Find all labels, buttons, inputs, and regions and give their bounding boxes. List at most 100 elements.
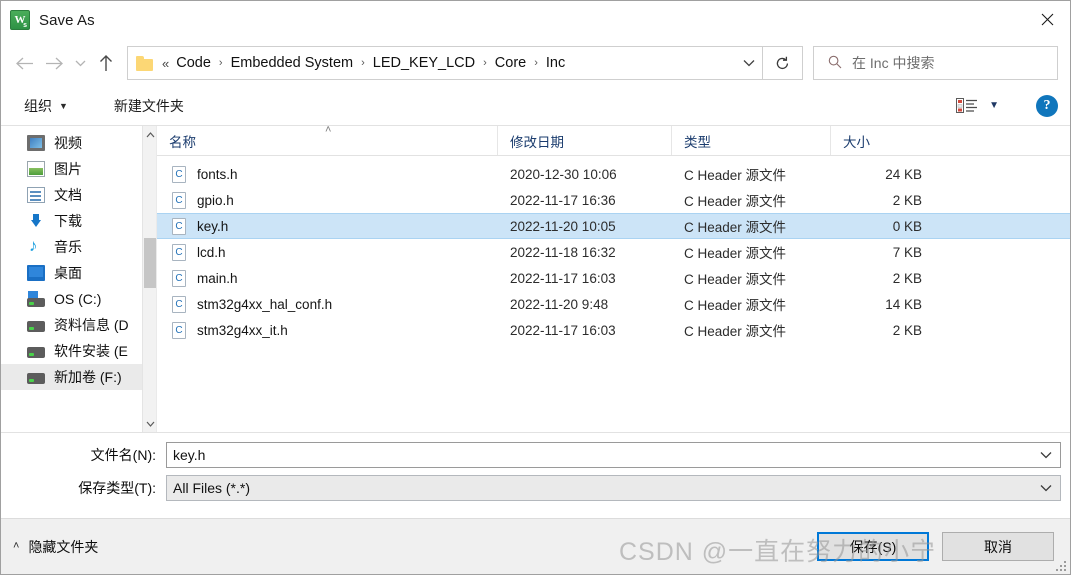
save-as-dialog: s Save As « Code › Embedded Syste [0, 0, 1071, 575]
command-toolbar: 组织 ▼ 新建文件夹 ▼ ? [1, 87, 1070, 125]
sidebar-item-pictures[interactable]: 图片 [1, 156, 142, 182]
table-row[interactable]: gpio.h 2022-11-17 16:36 C Header 源文件 2 K… [157, 187, 1070, 213]
system-drive-icon [27, 291, 45, 307]
navigation-bar: « Code › Embedded System › LED_KEY_LCD ›… [1, 39, 1070, 87]
c-header-file-icon [172, 217, 186, 235]
file-name-cell: stm32g4xx_hal_conf.h [157, 295, 498, 313]
forward-icon[interactable] [39, 46, 69, 80]
sidebar-item-videos[interactable]: 视频 [1, 130, 142, 156]
breadcrumb-chevron-down-icon[interactable] [736, 47, 762, 79]
file-type: C Header 源文件 [684, 324, 787, 339]
back-icon[interactable] [9, 46, 39, 80]
view-mode-button[interactable]: ▼ [951, 94, 1004, 118]
organize-button[interactable]: 组织 ▼ [19, 93, 73, 119]
file-name-cell: lcd.h [157, 243, 498, 261]
file-list-pane: 名称 ˄ 修改日期 类型 大小 fonts.h [157, 125, 1070, 432]
sidebar-item-label: 资料信息 (D [54, 317, 129, 333]
file-list: fonts.h 2020-12-30 10:06 C Header 源文件 24… [157, 156, 1070, 432]
title-bar: s Save As [1, 1, 1070, 39]
file-date: 2022-11-17 16:36 [510, 192, 616, 208]
file-type: C Header 源文件 [684, 220, 787, 235]
column-header-date-modified[interactable]: 修改日期 [498, 126, 672, 155]
sidebar-item-drive-e[interactable]: 软件安装 (E [1, 338, 142, 364]
cancel-label: 取消 [984, 538, 1012, 555]
window-title: Save As [39, 11, 95, 29]
hide-folders-toggle[interactable]: ˄ 隐藏文件夹 [13, 537, 98, 557]
sidebar-item-drive-d[interactable]: 资料信息 (D [1, 312, 142, 338]
file-date: 2022-11-17 16:03 [510, 322, 616, 338]
search-icon [828, 55, 842, 72]
breadcrumb[interactable]: « Code › Embedded System › LED_KEY_LCD ›… [127, 46, 763, 80]
file-type: C Header 源文件 [684, 168, 787, 183]
save-button[interactable]: 保存(S) [817, 532, 929, 561]
breadcrumb-separator[interactable]: › [214, 57, 228, 69]
breadcrumb-item-inc[interactable]: Inc [543, 53, 568, 73]
breadcrumb-overflow[interactable]: « [160, 56, 173, 71]
breadcrumb-separator[interactable]: › [356, 57, 370, 69]
table-row[interactable]: main.h 2022-11-17 16:03 C Header 源文件 2 K… [157, 265, 1070, 291]
sidebar-scrollbar[interactable] [142, 126, 156, 432]
refresh-icon[interactable] [763, 46, 803, 80]
chevron-down-icon: ▼ [59, 100, 68, 111]
breadcrumb-item-core[interactable]: Core [492, 53, 529, 73]
sidebar-item-documents[interactable]: 文档 [1, 182, 142, 208]
recent-locations-chevron-down-icon[interactable] [69, 46, 91, 80]
search-input[interactable]: 在 Inc 中搜索 [813, 46, 1058, 80]
column-header-label: 类型 [684, 134, 711, 150]
breadcrumb-item-led-key-lcd[interactable]: LED_KEY_LCD [370, 53, 478, 73]
sidebar-item-label: 音乐 [54, 239, 82, 255]
column-headers: 名称 ˄ 修改日期 类型 大小 [157, 125, 1070, 156]
column-header-label: 名称 [169, 134, 196, 150]
breadcrumb-separator[interactable]: › [529, 57, 543, 69]
breadcrumb-item-embedded-system[interactable]: Embedded System [228, 53, 357, 73]
file-type-select[interactable]: All Files (*.*) [166, 475, 1061, 501]
resize-grip[interactable] [1054, 559, 1066, 571]
column-header-name[interactable]: 名称 ˄ [157, 125, 498, 155]
file-name: lcd.h [197, 244, 226, 260]
dialog-body: 视频 图片 文档 下载 音乐 [1, 125, 1070, 432]
chevron-up-icon[interactable] [143, 126, 156, 143]
table-row[interactable]: fonts.h 2020-12-30 10:06 C Header 源文件 24… [157, 161, 1070, 187]
sidebar-scrollbar-thumb[interactable] [144, 238, 156, 288]
sidebar-item-label: 下载 [54, 213, 82, 229]
video-folder-icon [27, 135, 45, 151]
sidebar-item-label: 新加卷 (F:) [54, 369, 122, 385]
file-name: gpio.h [197, 192, 234, 208]
file-name-cell: gpio.h [157, 191, 498, 209]
close-icon[interactable] [1024, 1, 1070, 38]
chevron-down-icon[interactable] [143, 415, 156, 432]
sidebar-item-label: 视频 [54, 135, 82, 151]
table-row[interactable]: stm32g4xx_it.h 2022-11-17 16:03 C Header… [157, 317, 1070, 343]
column-header-label: 修改日期 [510, 134, 564, 150]
music-folder-icon [27, 236, 45, 256]
sidebar-item-os-c[interactable]: OS (C:) [1, 286, 142, 312]
sidebar-item-drive-f[interactable]: 新加卷 (F:) [1, 364, 142, 390]
breadcrumb-item-code[interactable]: Code [173, 53, 214, 73]
wps-writer-icon: s [10, 10, 30, 30]
cancel-button[interactable]: 取消 [942, 532, 1054, 561]
file-size: 0 KB [892, 218, 922, 234]
table-row[interactable]: stm32g4xx_hal_conf.h 2022-11-20 9:48 C H… [157, 291, 1070, 317]
file-type-row: 保存类型(T): All Files (*.*) [10, 475, 1061, 501]
file-date: 2020-12-30 10:06 [510, 166, 617, 182]
sidebar-item-music[interactable]: 音乐 [1, 234, 142, 260]
table-row[interactable]: key.h 2022-11-20 10:05 C Header 源文件 0 KB [157, 213, 1070, 239]
sidebar-item-desktop[interactable]: 桌面 [1, 260, 142, 286]
breadcrumb-separator[interactable]: › [478, 57, 492, 69]
sidebar-item-downloads[interactable]: 下载 [1, 208, 142, 234]
table-row[interactable]: lcd.h 2022-11-18 16:32 C Header 源文件 7 KB [157, 239, 1070, 265]
up-icon[interactable] [91, 46, 121, 80]
column-header-type[interactable]: 类型 [672, 126, 831, 155]
file-name-value: key.h [173, 447, 206, 463]
file-name: stm32g4xx_hal_conf.h [197, 296, 333, 312]
file-name-cell: fonts.h [157, 165, 498, 183]
chevron-down-icon[interactable] [1032, 451, 1060, 459]
chevron-down-icon[interactable] [1032, 484, 1060, 492]
file-name-label: 文件名(N): [90, 447, 156, 463]
file-name-input[interactable]: key.h [166, 442, 1061, 468]
chevron-down-icon: ▼ [989, 100, 999, 111]
column-header-size[interactable]: 大小 [831, 126, 931, 155]
new-folder-button[interactable]: 新建文件夹 [109, 93, 189, 119]
c-header-file-icon [172, 295, 186, 313]
help-button[interactable]: ? [1036, 95, 1058, 117]
